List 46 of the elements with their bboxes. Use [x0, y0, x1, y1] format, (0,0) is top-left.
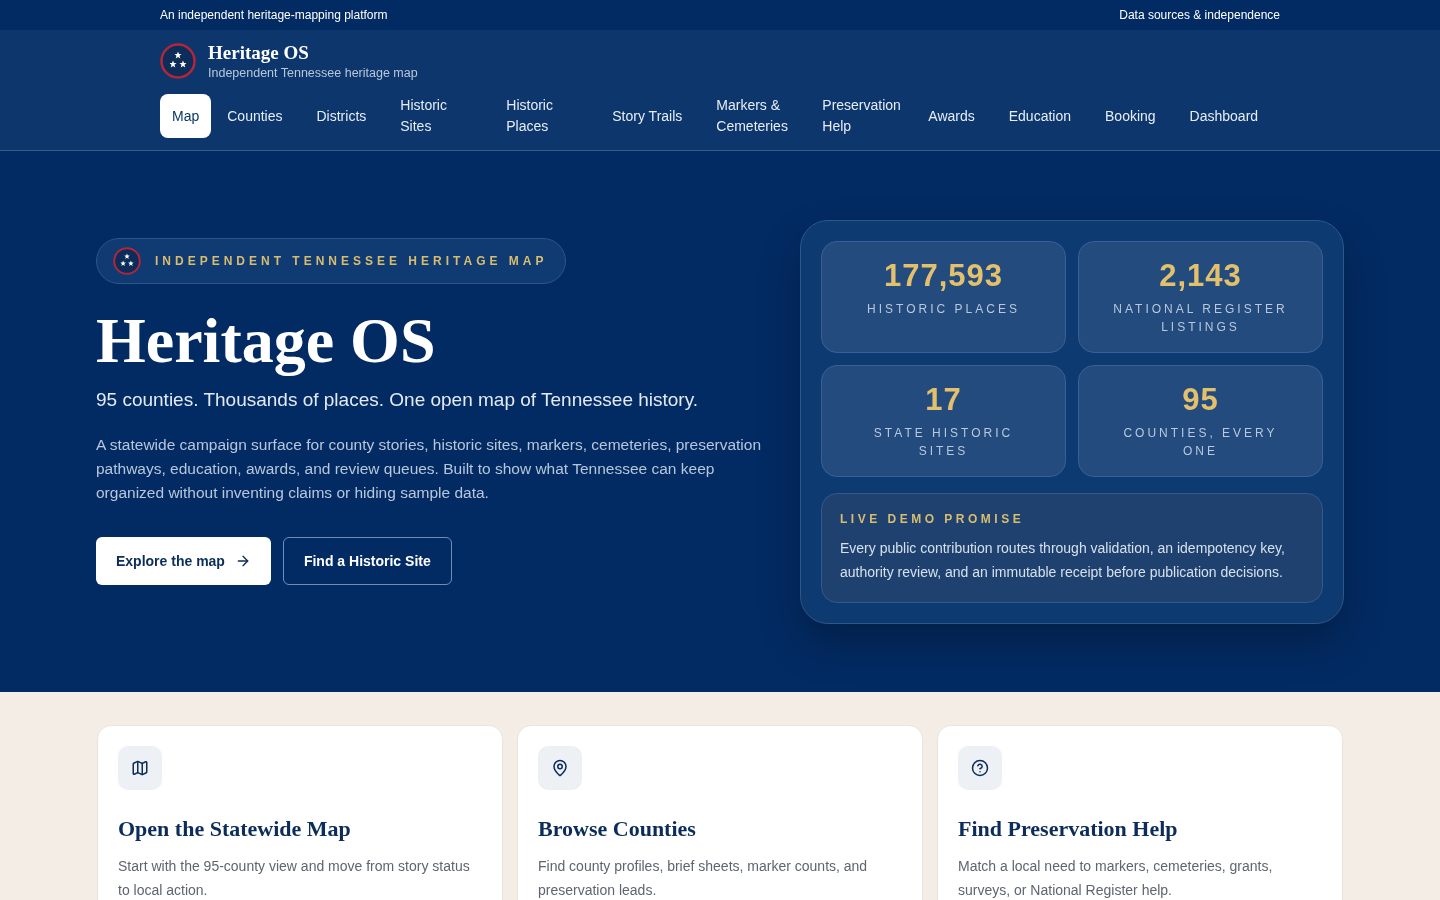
stat-value: 2,143 — [1159, 257, 1242, 294]
seal-icon — [113, 247, 141, 276]
nav-tab[interactable]: Counties — [215, 94, 295, 138]
stat-label: NATIONAL REGISTER LISTINGS — [1112, 300, 1289, 336]
promise-text: Every public contribution routes through validation, an idempotency key, authority review, and an immutable receipt before publication decisions. — [840, 538, 1286, 582]
stat-value: 177,593 — [883, 257, 1004, 294]
stat-value: 95 — [1182, 381, 1219, 418]
nav-tab[interactable]: Booking — [1093, 94, 1168, 138]
card-title: Browse Counties — [538, 816, 697, 842]
logo-icon — [160, 43, 196, 79]
nav-tab[interactable]: Map — [160, 94, 212, 138]
feature-card[interactable]: Find Preservation Help Match a local need to markers, cemeteries, grants, surveys, or National Register help. — [937, 725, 1343, 900]
help-icon — [971, 759, 989, 777]
stat-label: STATE HISTORIC SITES — [872, 424, 1015, 460]
explore-map-button[interactable]: Explore the map — [96, 536, 271, 585]
nav-tab[interactable]: Markers & Cemeteries — [704, 94, 801, 138]
promise-heading: LIVE DEMO PROMISE — [840, 511, 1026, 526]
stat-value: 17 — [925, 381, 962, 418]
card-title: Find Preservation Help — [958, 816, 1179, 842]
card-text: Start with the 95-county view and move from story status to local action. — [118, 857, 471, 900]
tagline: An independent heritage-mapping platform — [160, 8, 388, 22]
stat-label: HISTORIC PLACES — [867, 300, 1020, 318]
nav-tab[interactable]: Story Trails — [600, 94, 695, 138]
nav-tab[interactable]: Preservation Help — [810, 94, 907, 138]
feature-card[interactable]: Browse Counties Find county profiles, brief sheets, marker counts, and preservation leads. — [517, 725, 923, 900]
card-title: Open the Statewide Map — [118, 816, 352, 842]
eyebrow-text: INDEPENDENT TENNESSEE HERITAGE MAP — [155, 254, 548, 269]
nav-tab[interactable]: Historic Sites — [388, 94, 485, 138]
nav-tab[interactable]: Education — [996, 94, 1083, 138]
card-text: Find county profiles, brief sheets, marker counts, and preservation leads. — [538, 857, 869, 900]
nav-tab[interactable]: Awards — [916, 94, 987, 138]
nav-tab[interactable]: Dashboard — [1177, 94, 1271, 138]
stat-label: COUNTIES, EVERY ONE — [1122, 424, 1279, 460]
nav-tab[interactable]: Historic Places — [494, 94, 591, 138]
hero-title: Heritage OS — [96, 306, 437, 377]
feature-card[interactable]: Open the Statewide Map Start with the 95-county view and move from story status to local action. — [97, 725, 503, 900]
card-text: Match a local need to markers, cemeteries, grants, surveys, or National Register help. — [958, 857, 1274, 900]
hero-lead: 95 counties. Thousands of places. One open map of Tennessee history. — [96, 388, 700, 411]
brand-title: Heritage OS — [208, 42, 310, 64]
nav-tab[interactable]: Districts — [304, 94, 379, 138]
brand-subtitle: Independent Tennessee heritage map — [208, 66, 418, 80]
data-sources-link[interactable]: Data sources & independence — [1119, 8, 1280, 22]
map-icon — [131, 759, 149, 777]
map-pin-icon — [551, 759, 569, 777]
find-site-button[interactable]: Find a Historic Site — [282, 536, 452, 585]
hero-body: A statewide campaign surface for county stories, historic sites, markers, cemeteries, preservation pathways, education, awards, and review queues. Built to show what Tennessee can keep organized without inventing claims or hiding sample data. — [96, 434, 763, 503]
